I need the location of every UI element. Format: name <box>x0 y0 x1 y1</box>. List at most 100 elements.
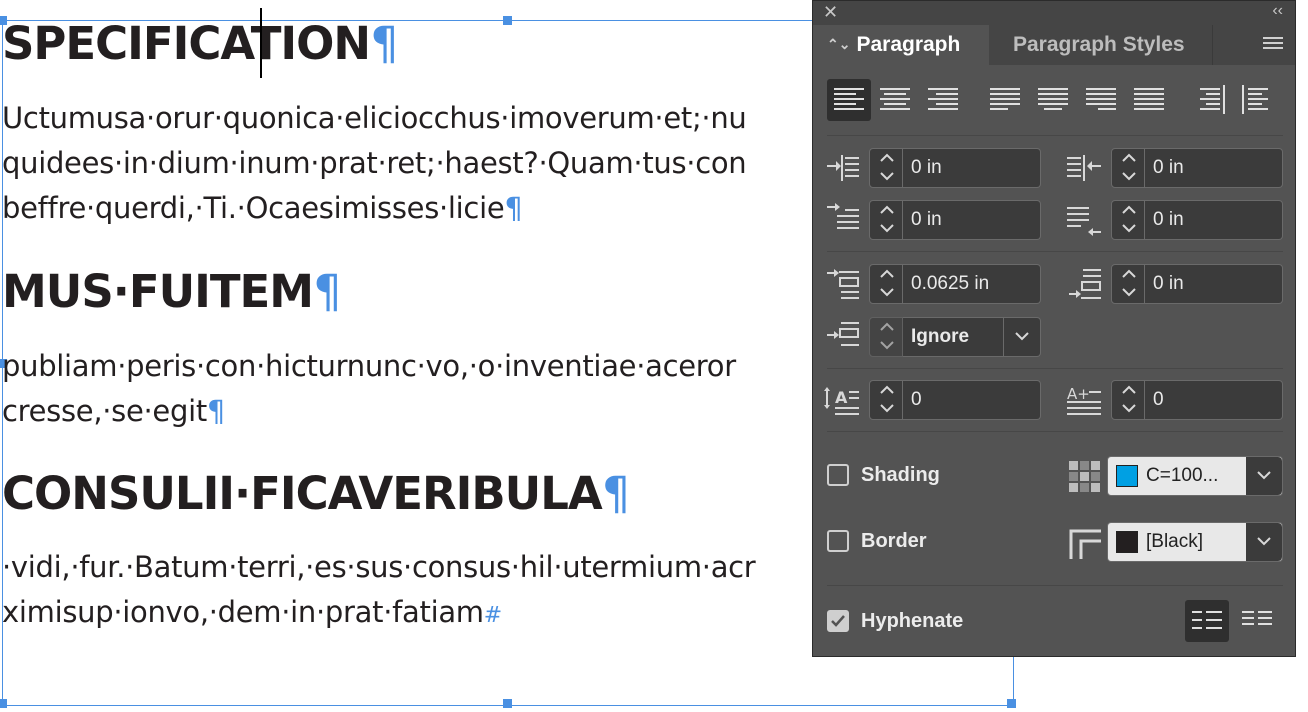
space-before-field[interactable]: 0.0625 in <box>903 264 1041 304</box>
first-line-indent-stepper[interactable] <box>869 200 903 240</box>
space-after-icon <box>1069 269 1101 299</box>
align-center-icon <box>880 88 910 110</box>
shading-swatch-icon <box>1069 461 1100 492</box>
hyphenate-checkbox[interactable] <box>827 610 849 632</box>
border-color-chip <box>1116 531 1138 553</box>
left-indent-stepper[interactable] <box>869 148 903 188</box>
chevron-down-icon[interactable] <box>1003 318 1040 356</box>
body-line: ·vidi,·fur.·Batum·terri,·es·sus·consus·h… <box>2 550 756 584</box>
heading-mus-fuitem: MUS·FUITEM¶ <box>2 265 342 318</box>
align-center-button[interactable] <box>873 79 917 121</box>
shading-swatch-name: C=100... <box>1146 465 1219 486</box>
right-indent-icon <box>1067 155 1101 181</box>
left-indent-icon <box>827 155 859 181</box>
svg-text:A: A <box>835 388 848 407</box>
text-cursor <box>260 8 262 78</box>
tab-paragraph[interactable]: ⌃⌄ Paragraph <box>813 25 989 65</box>
chevron-down-icon[interactable] <box>1246 457 1282 495</box>
paragraph-panel: ✕ ‹‹ ⌃⌄ Paragraph Paragraph Styles 0 in 0… <box>812 0 1296 657</box>
shading-checkbox[interactable] <box>827 464 849 486</box>
updown-arrows-icon: ⌃⌄ <box>827 36 851 52</box>
space-after-field[interactable]: 0 in <box>1145 264 1283 304</box>
hyphenate-label: Hyphenate <box>861 610 964 632</box>
chevron-down-icon[interactable] <box>1246 523 1282 561</box>
body-line: publiam·peris·con·hicturnunc·vo,·o·inven… <box>2 349 736 383</box>
last-line-right-indent-icon <box>1067 207 1101 236</box>
border-color-select[interactable]: [Black] <box>1107 522 1283 562</box>
heading-consulii: CONSULII·FICAVERIBULA¶ <box>2 467 630 520</box>
align-away-from-spine-button[interactable] <box>1235 79 1279 121</box>
body-line: cresse,·se·egit¶ <box>2 394 226 428</box>
frame-handle-bottom-left[interactable] <box>0 699 7 708</box>
paragraph-composer-button[interactable] <box>1235 600 1279 642</box>
space-before-icon <box>827 269 859 299</box>
justify-left-button[interactable] <box>983 79 1027 121</box>
space-before-stepper[interactable] <box>869 264 903 304</box>
drop-cap-characters-field[interactable]: 0 <box>1145 380 1283 420</box>
shading-label: Shading <box>861 464 940 486</box>
justify-all-button[interactable] <box>1127 79 1171 121</box>
paragraph-composer-icon <box>1242 611 1272 625</box>
frame-handle-top-center[interactable] <box>503 16 512 25</box>
shading-color-select[interactable]: C=100... <box>1107 456 1283 496</box>
first-line-indent-icon <box>827 203 859 229</box>
separator <box>827 368 1283 369</box>
panel-menu-icon[interactable] <box>1263 37 1283 52</box>
separator <box>827 251 1283 252</box>
right-indent-field[interactable]: 0 in <box>1145 148 1283 188</box>
left-indent-field[interactable]: 0 in <box>903 148 1041 188</box>
single-line-composer-button[interactable] <box>1185 600 1229 642</box>
justify-left-icon <box>990 88 1020 110</box>
panel-tabs: ⌃⌄ Paragraph Paragraph Styles <box>813 25 1295 65</box>
tab-paragraph-styles[interactable]: Paragraph Styles <box>991 25 1213 65</box>
first-line-indent-field[interactable]: 0 in <box>903 200 1041 240</box>
drop-cap-lines-icon: A <box>824 387 859 415</box>
end-of-story-marker: # <box>483 603 502 628</box>
align-left-button[interactable] <box>827 79 871 121</box>
right-indent-stepper[interactable] <box>1111 148 1145 188</box>
heading-specification: SPECIFICATION¶ <box>2 17 399 70</box>
drop-cap-characters-stepper[interactable] <box>1111 380 1145 420</box>
justify-center-button[interactable] <box>1031 79 1075 121</box>
justify-center-icon <box>1038 88 1068 110</box>
align-away-from-spine-icon <box>1242 85 1268 114</box>
drop-cap-lines-stepper[interactable] <box>869 380 903 420</box>
last-line-right-indent-field[interactable]: 0 in <box>1145 200 1283 240</box>
single-line-composer-icon <box>1192 611 1222 629</box>
border-checkbox[interactable] <box>827 530 849 552</box>
justify-all-icon <box>1134 88 1164 110</box>
frame-handle-bottom-center[interactable] <box>503 699 512 708</box>
space-after-stepper[interactable] <box>1111 264 1145 304</box>
align-right-icon <box>928 88 958 110</box>
justify-right-button[interactable] <box>1079 79 1123 121</box>
border-label: Border <box>861 530 927 552</box>
panel-titlebar[interactable]: ✕ ‹‹ <box>813 1 1295 25</box>
last-line-right-indent-stepper[interactable] <box>1111 200 1145 240</box>
close-icon[interactable]: ✕ <box>823 2 838 23</box>
justify-right-icon <box>1086 88 1116 110</box>
checkmark-icon <box>831 615 845 627</box>
body-line: Uctumusa·orur·quonica·eliciocchus·imover… <box>2 101 747 135</box>
separator <box>827 135 1283 136</box>
align-towards-spine-icon <box>1200 85 1225 114</box>
align-to-grid-stepper[interactable] <box>869 317 903 357</box>
body-line: quidees·in·dium·inum·prat·ret;·haest?·Qu… <box>2 146 747 180</box>
body-line: beffre·querdi,·Ti.·Ocaesimisses·licie¶ <box>2 191 523 225</box>
shading-color-chip <box>1116 465 1138 487</box>
collapse-icon[interactable]: ‹‹ <box>1272 2 1283 20</box>
align-towards-spine-button[interactable] <box>1189 79 1233 121</box>
svg-text:A+: A+ <box>1067 385 1090 403</box>
align-to-grid-select[interactable]: Ignore <box>903 317 1041 357</box>
frame-handle-bottom-right[interactable] <box>1007 699 1016 708</box>
body-line: ximisup·ionvo,·dem·in·prat·fatiam# <box>2 595 502 629</box>
align-left-icon <box>834 88 864 110</box>
drop-cap-lines-field[interactable]: 0 <box>903 380 1041 420</box>
border-settings-icon <box>1069 529 1101 559</box>
align-right-button[interactable] <box>921 79 965 121</box>
separator <box>827 585 1283 586</box>
drop-cap-characters-icon: A+ <box>1067 385 1101 415</box>
align-to-grid-icon <box>827 322 859 346</box>
align-to-grid-value: Ignore <box>911 326 970 347</box>
separator <box>827 431 1283 432</box>
border-swatch-name: [Black] <box>1146 531 1204 552</box>
